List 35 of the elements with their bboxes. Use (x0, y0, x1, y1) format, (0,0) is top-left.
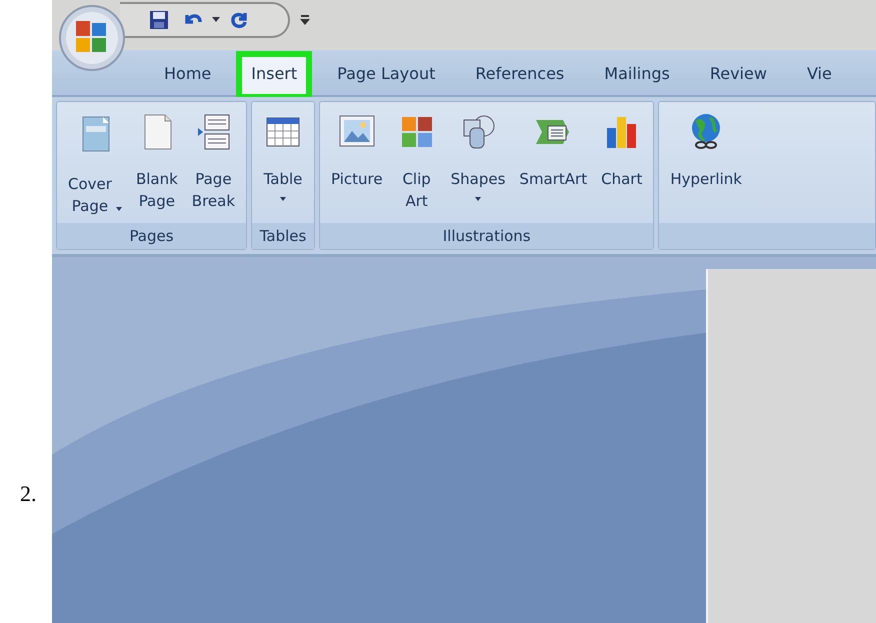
ribbon-button[interactable]: Clip Art (392, 108, 442, 223)
button-label: Picture (331, 169, 383, 190)
ribbon-button[interactable]: Cover Page (63, 108, 127, 223)
button-label: Hyperlink (670, 169, 742, 190)
button-label: Blank Page (136, 169, 178, 212)
button-label: SmartArt (519, 169, 588, 190)
ribbon-tab[interactable]: Mailings (592, 54, 682, 95)
group-label: Pages (129, 227, 174, 245)
button-label: Shapes (450, 169, 506, 190)
ribbon-tab[interactable]: Vie (794, 54, 844, 95)
button-label: Chart (601, 169, 642, 190)
ribbon-button[interactable]: Page Break (186, 108, 240, 223)
customize-icon[interactable] (300, 14, 310, 26)
button-label: Cover Page (68, 174, 112, 218)
ribbon-button[interactable]: Table (258, 108, 308, 223)
ribbon-button[interactable]: Shapes (446, 108, 510, 223)
ribbon-button[interactable]: Chart (596, 108, 648, 223)
ribbon-button[interactable]: Blank Page (130, 108, 183, 223)
ribbon-tab[interactable]: Review (698, 54, 779, 95)
ribbon-button[interactable]: Hyperlink (665, 108, 747, 223)
ribbon-button[interactable]: Picture (326, 108, 388, 223)
step-number: 2. (20, 481, 36, 507)
save-icon[interactable] (148, 9, 170, 31)
button-label: Page Break (192, 169, 236, 212)
ribbon-tab[interactable]: Page Layout (325, 54, 448, 95)
ribbon-tab[interactable]: Insert (239, 54, 310, 97)
button-label: Clip Art (402, 169, 431, 212)
button-label: Table (264, 169, 302, 190)
group-label: Illustrations (442, 227, 531, 245)
ribbon-tab[interactable]: References (463, 54, 576, 95)
group-label: Tables (260, 227, 306, 245)
ribbon-button[interactable]: SmartArt (514, 108, 592, 223)
office-button[interactable] (58, 4, 126, 72)
caret-icon[interactable] (212, 17, 220, 23)
ribbon-tab[interactable]: Home (152, 54, 224, 95)
